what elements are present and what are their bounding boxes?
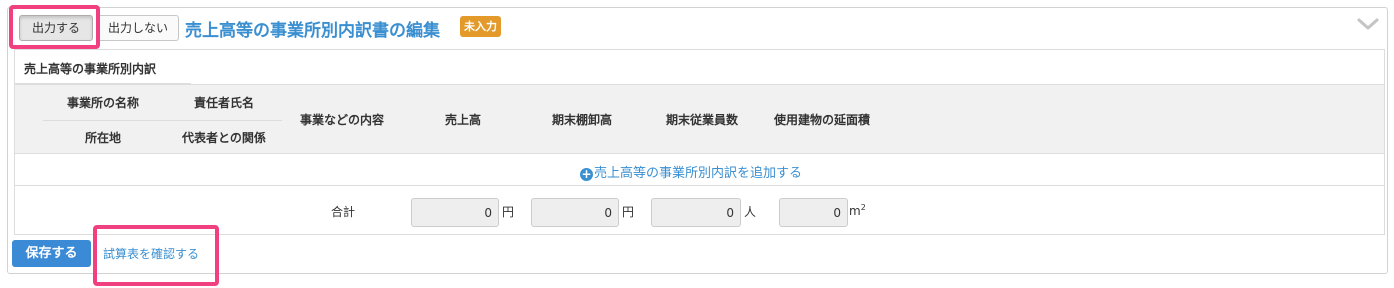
panel-title: 売上高等の事業所別内訳書の編集 [185, 21, 440, 41]
col-office-name: 事業所の名称 [66, 96, 140, 110]
plus-circle-icon: + [580, 167, 593, 181]
employees-unit: 人 [744, 205, 757, 219]
total-employees-field[interactable] [651, 198, 741, 227]
section-title: 売上高等の事業所別内訳 [24, 62, 157, 76]
total-inventory-field[interactable] [531, 198, 619, 227]
floor-area-unit: m2 [849, 203, 866, 218]
col-location: 所在地 [84, 131, 122, 145]
col-sales: 売上高 [444, 113, 482, 127]
table-header: 事業所の名称 責任者氏名 所在地 代表者との関係 事業などの内容 売上高 期末棚… [15, 84, 1384, 154]
col-relation: 代表者との関係 [182, 131, 266, 145]
sales-unit: 円 [502, 205, 515, 219]
total-sales-field[interactable] [411, 198, 499, 227]
breakdown-section: 売上高等の事業所別内訳 事業所の名称 責任者氏名 所在地 代表者との関係 事業な… [14, 49, 1385, 235]
add-breakdown-link[interactable]: + 売上高等の事業所別内訳を追加する [580, 162, 802, 181]
floor-area-unit-base: m [849, 204, 861, 218]
add-breakdown-label: 売上高等の事業所別内訳を追加する [594, 166, 803, 181]
divider [15, 185, 1384, 186]
col-ending-inventory: 期末棚卸高 [551, 113, 613, 127]
col-business-content: 事業などの内容 [299, 113, 385, 127]
total-floor-area-field[interactable] [779, 198, 848, 227]
floor-area-unit-exponent: 2 [860, 203, 866, 212]
total-label: 合計 [331, 205, 356, 219]
inventory-unit: 円 [622, 205, 635, 219]
check-trial-balance-link[interactable]: 試算表を確認する [103, 245, 199, 262]
divider [43, 120, 282, 121]
col-building-floor-area: 使用建物の延面積 [773, 113, 871, 127]
status-badge: 未入力 [460, 16, 501, 37]
col-ending-employees: 期末従業員数 [665, 113, 739, 127]
chevron-down-icon[interactable] [1357, 16, 1379, 32]
col-responsible-person: 責任者氏名 [193, 96, 255, 110]
no-output-button[interactable]: 出力しない [97, 15, 179, 41]
output-button[interactable]: 出力する [19, 15, 93, 41]
save-button[interactable]: 保存する [12, 240, 91, 267]
